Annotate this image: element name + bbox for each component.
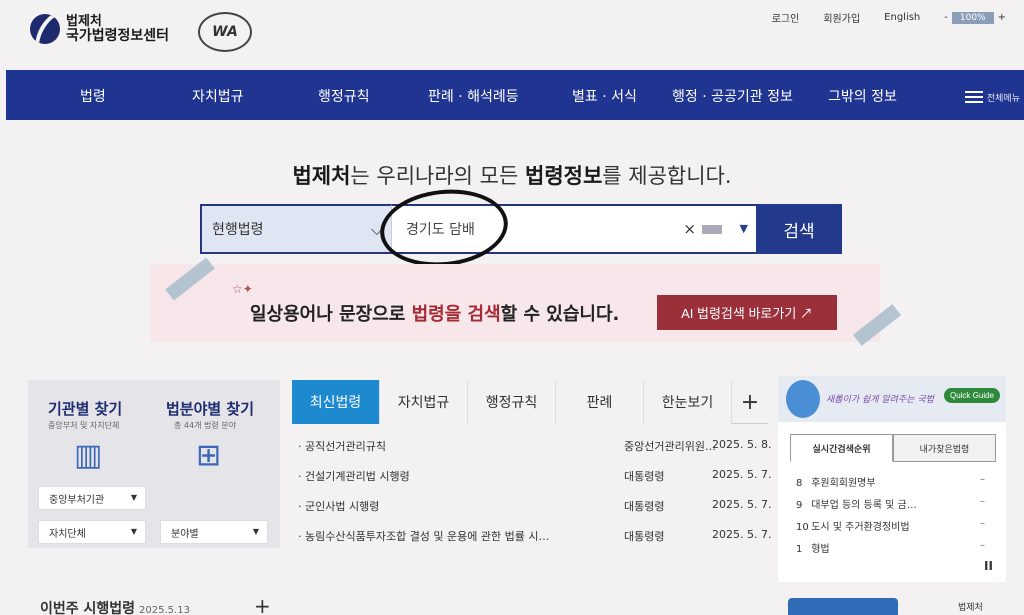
- list-item[interactable]: · 군인사법 시행령 대통령령 2025. 5. 7.: [292, 490, 771, 520]
- all-menu-button[interactable]: 전체메뉴: [964, 88, 1020, 106]
- search-bar: 현행법령 ⌵ × ▼ 검색: [200, 204, 842, 254]
- list-item[interactable]: · 공직선거관리규칙 중앙선거관리위원… 2025. 5. 8.: [292, 430, 771, 460]
- nav-item-laws[interactable]: 법령: [80, 86, 106, 106]
- rank-change-indicator: –: [980, 518, 985, 529]
- field-finder-subtitle: 총 44개 법령 분야: [174, 421, 236, 430]
- more-plus-icon[interactable]: +: [254, 594, 271, 615]
- site-logo[interactable]: 법제처 국가법령정보센터: [30, 14, 169, 44]
- sparkle-icon: ☆✦: [232, 282, 253, 296]
- moleg-logo-icon: [30, 14, 60, 44]
- chevron-down-icon: ⌵: [370, 220, 383, 239]
- org-finder-title[interactable]: 기관별 찾기: [48, 398, 122, 419]
- field-select[interactable]: 분야별 ▼: [160, 520, 268, 544]
- right-panel: 새롭이가 쉽게 알려주는 국법 Quick Guide 실시간검색순위 내가찾은…: [778, 376, 1006, 582]
- tagline-text-1: 는 우리나라의 모든: [350, 164, 525, 188]
- building-icon[interactable]: ▥: [74, 438, 102, 473]
- ranking-item[interactable]: 8 후원회회원명부: [796, 474, 876, 489]
- top-utility-links: 로그인 회원가입 English - 100% +: [748, 10, 1006, 25]
- nav-item-forms[interactable]: 별표 · 서식: [572, 86, 637, 106]
- search-input[interactable]: [406, 221, 666, 237]
- hamburger-icon: [964, 88, 983, 106]
- law-tabs: 최신법령 자치법규 행정규칙 판례 한눈보기 +: [292, 380, 768, 424]
- logo-line2: 국가법령정보센터: [66, 28, 170, 44]
- rank-change-indicator: –: [980, 496, 985, 507]
- ai-search-description: 일상용어나 문장으로 법령을 검색할 수 있습니다.: [250, 304, 620, 325]
- mascot-icon: [786, 380, 820, 418]
- this-week-date: 2025.5.13: [139, 605, 190, 615]
- tab-admin-rules[interactable]: 행정규칙: [468, 380, 556, 424]
- local-gov-select[interactable]: 자치단체 ▼: [38, 520, 146, 544]
- search-scope-value: 현행법령: [212, 222, 264, 238]
- main-nav: 법령 자치법규 행정규칙 판례 · 해석례등 별표 · 서식 행정 · 공공기관…: [6, 70, 1024, 120]
- clear-search-icon[interactable]: ×: [683, 220, 696, 238]
- dropdown-arrow-icon: ▼: [130, 493, 137, 502]
- pause-icon[interactable]: II: [984, 559, 993, 573]
- org-finder-subtitle: 중앙부처 및 자치단체: [48, 421, 120, 430]
- overview-banner[interactable]: [788, 598, 898, 615]
- wa-certification-badge: WA: [198, 12, 252, 52]
- footer-moleg-logo: 법제처: [958, 603, 983, 613]
- login-link[interactable]: 로그인: [772, 10, 800, 25]
- tab-overview[interactable]: 한눈보기: [644, 380, 732, 424]
- finder-panel: 기관별 찾기 중앙부처 및 자치단체 ▥ 법분야별 찾기 총 44개 법령 분야…: [28, 380, 280, 548]
- ranking-item[interactable]: 9 대부업 등의 등록 및 금…: [796, 496, 917, 511]
- signup-link[interactable]: 회원가입: [823, 10, 860, 25]
- field-finder-title[interactable]: 법분야별 찾기: [166, 398, 254, 419]
- all-menu-label: 전체메뉴: [986, 93, 1020, 104]
- zoom-value: 100%: [951, 11, 994, 24]
- this-week-laws-title[interactable]: 이번주 시행법령 2025.5.13: [40, 598, 190, 615]
- list-item[interactable]: · 농림수산식품투자조합 결성 및 운용에 관한 법률 시… 대통령령 2025. …: [292, 520, 771, 550]
- quick-guide-button[interactable]: Quick Guide: [943, 388, 1000, 403]
- mascot-banner[interactable]: 새롭이가 쉽게 알려주는 국법 Quick Guide: [778, 376, 1006, 422]
- ranking-item[interactable]: 1 형법: [796, 540, 830, 555]
- tab-my-searched-laws[interactable]: 내가찾은법령: [893, 434, 996, 462]
- tab-precedents[interactable]: 판례: [556, 380, 644, 424]
- ranking-tabs: 실시간검색순위 내가찾은법령: [790, 434, 996, 462]
- nav-item-precedents[interactable]: 판례 · 해석례등: [428, 86, 519, 106]
- nav-item-other[interactable]: 그밖의 정보: [828, 86, 897, 106]
- search-button[interactable]: 검색: [756, 204, 842, 254]
- tagline-org: 법제처: [292, 164, 351, 188]
- search-scope-select[interactable]: 현행법령 ⌵: [200, 204, 392, 254]
- zoom-in-button[interactable]: +: [998, 12, 1006, 23]
- ai-search-button[interactable]: AI 법령검색 바로가기 ↗: [657, 295, 837, 330]
- english-link[interactable]: English: [884, 12, 920, 23]
- header: 법제처 국가법령정보센터 WA 로그인 회원가입 English - 100% …: [0, 0, 1024, 70]
- tagline-text-2: 를 제공합니다.: [602, 164, 732, 188]
- mascot-banner-text: 새롭이가 쉽게 알려주는 국법: [826, 395, 934, 405]
- dropdown-arrow-icon: ▼: [130, 527, 137, 536]
- tab-more-plus-icon[interactable]: +: [732, 380, 768, 424]
- tab-local-laws[interactable]: 자치법규: [380, 380, 468, 424]
- zoom-out-button[interactable]: -: [944, 12, 948, 23]
- central-agency-select[interactable]: 중앙부처기관 ▼: [38, 486, 146, 510]
- keyboard-icon[interactable]: [702, 225, 722, 234]
- ranking-item[interactable]: 10 도시 및 주거환경정비법: [796, 518, 910, 533]
- rank-change-indicator: –: [980, 540, 985, 551]
- sitemap-icon[interactable]: ⊞: [196, 438, 221, 473]
- dropdown-arrow-icon: ▼: [252, 527, 259, 536]
- tagline: 법제처는 우리나라의 모든 법령정보를 제공합니다.: [0, 160, 1024, 190]
- nav-item-local-laws[interactable]: 자치법규: [192, 86, 244, 106]
- zoom-control: - 100% +: [944, 11, 1006, 24]
- logo-line1: 법제처: [66, 14, 102, 29]
- tab-realtime-ranking[interactable]: 실시간검색순위: [790, 434, 893, 462]
- search-history-dropdown-icon[interactable]: ▼: [740, 222, 748, 235]
- rank-change-indicator: –: [980, 474, 985, 485]
- nav-item-admin-rules[interactable]: 행정규칙: [318, 86, 370, 106]
- law-list: · 공직선거관리규칙 중앙선거관리위원… 2025. 5. 8. · 건설기계관리법…: [292, 430, 771, 550]
- tab-latest-laws[interactable]: 최신법령: [292, 380, 380, 424]
- list-item[interactable]: · 건설기계관리법 시행령 대통령령 2025. 5. 7.: [292, 460, 771, 490]
- nav-item-agencies[interactable]: 행정 · 공공기관 정보: [672, 86, 793, 106]
- tagline-emphasis: 법령정보: [525, 164, 603, 188]
